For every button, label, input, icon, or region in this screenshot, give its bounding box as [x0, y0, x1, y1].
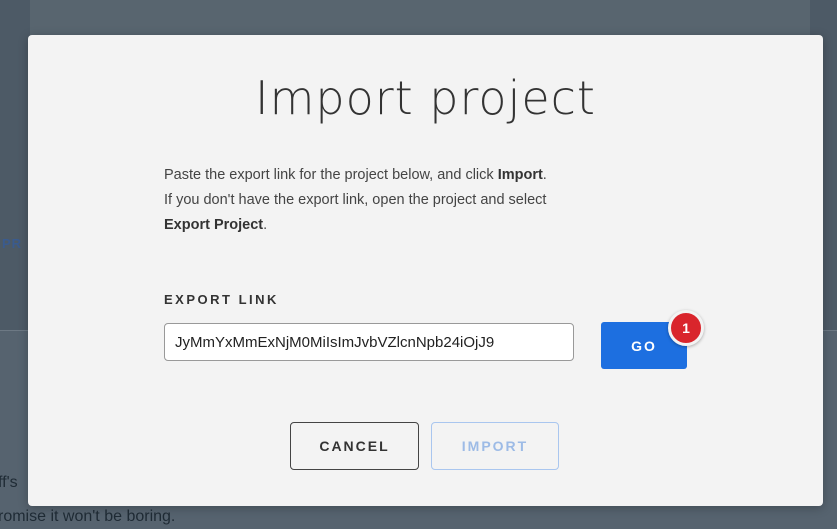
export-link-label: EXPORT LINK	[164, 292, 279, 307]
import-project-dialog: Import project Paste the export link for…	[28, 35, 823, 506]
cancel-button[interactable]: CANCEL	[290, 422, 419, 470]
background-card	[30, 0, 810, 36]
background-text-line-1: ff's	[0, 474, 18, 491]
description-line3-end: .	[263, 217, 268, 233]
description-export-project-emphasis: Export Project	[164, 217, 264, 233]
description-line1-text: Paste the export link for the project be…	[164, 167, 498, 183]
description-line1-end: .	[542, 167, 547, 183]
notification-badge: 1	[668, 310, 704, 346]
description-import-emphasis: Import	[497, 167, 543, 183]
dialog-description: Paste the export link for the project be…	[164, 163, 684, 238]
dialog-title: Import project	[255, 71, 596, 125]
background-side-label: PR	[2, 236, 23, 251]
background-text-line-2: romise it won't be boring.	[0, 508, 176, 525]
import-button[interactable]: IMPORT	[431, 422, 559, 470]
export-link-input[interactable]	[164, 323, 574, 361]
description-line2-text: If you don't have the export link, open …	[164, 192, 547, 208]
